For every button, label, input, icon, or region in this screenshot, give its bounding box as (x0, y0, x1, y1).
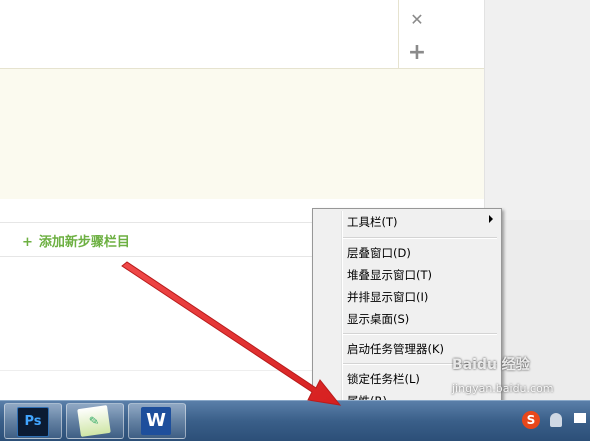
red-pointer-arrow-icon (121, 261, 342, 406)
